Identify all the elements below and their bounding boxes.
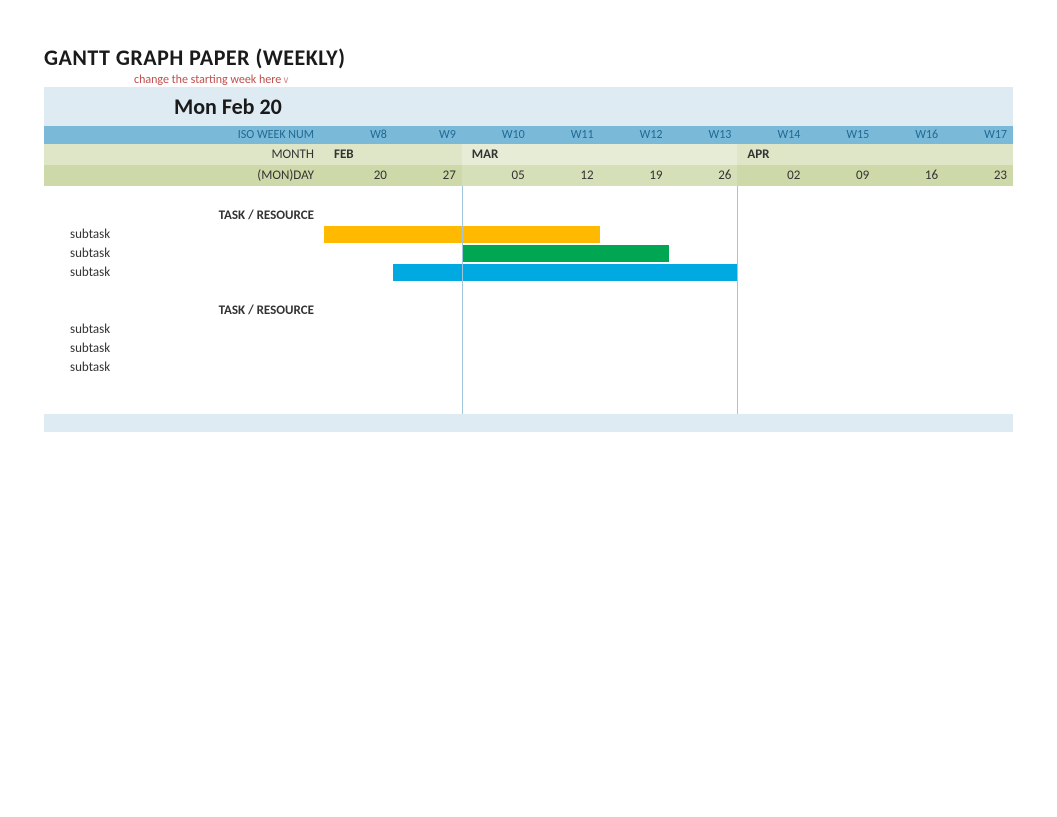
day-cell: 16 bbox=[875, 165, 944, 186]
gantt-sheet: Mon Feb 20 ISO WEEK NUM W8W9W10W11W12W13… bbox=[44, 87, 1013, 432]
month-cell bbox=[531, 144, 600, 165]
bottom-band bbox=[44, 414, 1013, 432]
day-cell: 27 bbox=[393, 165, 462, 186]
month-cell: FEB bbox=[324, 144, 393, 165]
body-row bbox=[44, 281, 1013, 300]
month-row-label: MONTH bbox=[44, 144, 324, 165]
month-cell: MAR bbox=[462, 144, 531, 165]
iso-week-cell: W10 bbox=[462, 126, 531, 144]
body-row: subtask bbox=[44, 243, 1013, 262]
hint-text: change the starting week here∨ bbox=[44, 73, 1013, 87]
day-cell: 23 bbox=[944, 165, 1013, 186]
day-cell: 02 bbox=[737, 165, 806, 186]
day-cell: 20 bbox=[324, 165, 393, 186]
month-cell bbox=[600, 144, 669, 165]
subtask-label: subtask bbox=[44, 338, 324, 359]
body-row bbox=[44, 376, 1013, 395]
iso-week-cell: W12 bbox=[600, 126, 669, 144]
day-cell: 26 bbox=[669, 165, 738, 186]
starting-week-band: Mon Feb 20 bbox=[44, 87, 1013, 126]
subtask-label: subtask bbox=[44, 262, 324, 283]
subtask-label: subtask bbox=[44, 224, 324, 245]
task-heading: TASK / RESOURCE bbox=[44, 205, 324, 226]
spacer-row bbox=[44, 376, 324, 395]
month-cell bbox=[806, 144, 875, 165]
day-cell: 19 bbox=[600, 165, 669, 186]
starting-week-date[interactable]: Mon Feb 20 bbox=[44, 87, 1013, 126]
iso-week-cell: W9 bbox=[393, 126, 462, 144]
iso-week-cell: W8 bbox=[324, 126, 393, 144]
task-heading: TASK / RESOURCE bbox=[44, 300, 324, 321]
page-title: GANTT GRAPH PAPER (WEEKLY) bbox=[44, 44, 1013, 71]
gantt-bar[interactable] bbox=[324, 226, 600, 243]
spacer-row bbox=[44, 186, 324, 205]
gantt-bar[interactable] bbox=[393, 264, 738, 281]
iso-week-cell: W13 bbox=[669, 126, 738, 144]
day-row-label: (MON)DAY bbox=[44, 165, 324, 186]
body-row: subtask bbox=[44, 357, 1013, 376]
body-row: subtask bbox=[44, 338, 1013, 357]
iso-week-label: ISO WEEK NUM bbox=[44, 126, 324, 144]
gantt-bar[interactable] bbox=[462, 245, 669, 262]
month-cell bbox=[669, 144, 738, 165]
iso-week-cell: W15 bbox=[806, 126, 875, 144]
body-row bbox=[44, 395, 1013, 414]
month-cell bbox=[393, 144, 462, 165]
hint-label: change the starting week here bbox=[134, 73, 281, 87]
spacer-row bbox=[44, 281, 324, 300]
iso-week-cell: W11 bbox=[531, 126, 600, 144]
body-row: subtask bbox=[44, 319, 1013, 338]
iso-week-cell: W16 bbox=[875, 126, 944, 144]
body-row: TASK / RESOURCE bbox=[44, 205, 1013, 224]
subtask-label: subtask bbox=[44, 357, 324, 378]
iso-week-cell: W17 bbox=[944, 126, 1013, 144]
body-row: subtask bbox=[44, 224, 1013, 243]
month-cell bbox=[944, 144, 1013, 165]
body-row: TASK / RESOURCE bbox=[44, 300, 1013, 319]
day-row: (MON)DAY 20270512192602091623 bbox=[44, 165, 1013, 186]
month-row: MONTH FEB MAR APR bbox=[44, 144, 1013, 165]
day-cell: 09 bbox=[806, 165, 875, 186]
day-cell: 05 bbox=[462, 165, 531, 186]
day-cell: 12 bbox=[531, 165, 600, 186]
iso-week-cell: W14 bbox=[737, 126, 806, 144]
spacer-row bbox=[44, 395, 324, 414]
chevron-down-icon: ∨ bbox=[282, 73, 289, 86]
body-row bbox=[44, 186, 1013, 205]
iso-week-header-row: ISO WEEK NUM W8W9W10W11W12W13W14W15W16W1… bbox=[44, 126, 1013, 144]
month-cell: APR bbox=[737, 144, 806, 165]
subtask-label: subtask bbox=[44, 243, 324, 264]
body-row: subtask bbox=[44, 262, 1013, 281]
month-cell bbox=[875, 144, 944, 165]
subtask-label: subtask bbox=[44, 319, 324, 340]
gantt-body: TASK / RESOURCEsubtasksubtasksubtaskTASK… bbox=[44, 186, 1013, 414]
